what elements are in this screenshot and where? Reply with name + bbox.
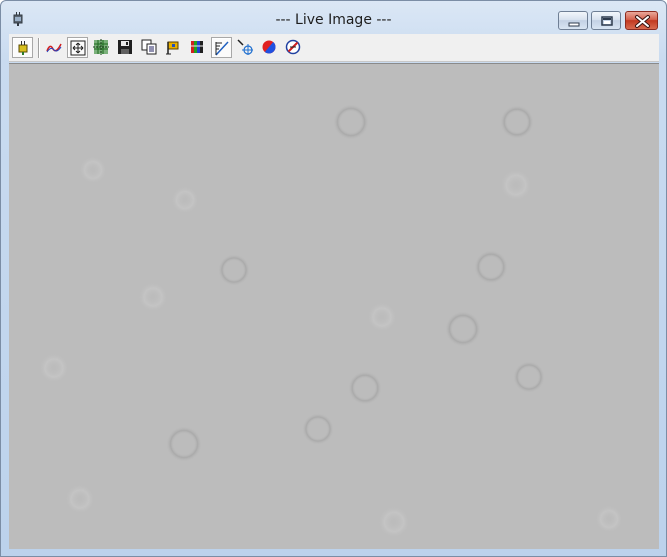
microscope-image (9, 64, 659, 549)
fit-to-window-button[interactable] (67, 37, 88, 58)
close-icon (635, 15, 650, 28)
histogram-button[interactable] (44, 37, 65, 58)
target-pointer-button[interactable] (235, 37, 256, 58)
toolbar-separator (38, 38, 40, 58)
title-bar[interactable]: --- Live Image --- (1, 1, 666, 33)
histogram-curve-icon (46, 43, 62, 53)
color-flag-icon (166, 41, 179, 55)
minimize-icon (568, 22, 580, 27)
color-circle-icon (262, 40, 276, 54)
save-disk-icon (118, 40, 132, 54)
save-button[interactable] (115, 37, 136, 58)
measure-line-button[interactable] (211, 37, 232, 58)
copy-button[interactable] (139, 37, 160, 58)
live-image-window: --- Live Image --- (0, 0, 667, 557)
maximize-icon (601, 16, 613, 26)
crosshair-grid-icon (93, 39, 109, 55)
copy-icon (141, 39, 157, 55)
no-entry-icon (285, 39, 301, 55)
toolbar (9, 34, 659, 62)
fit-to-window-icon (70, 40, 86, 56)
live-image-view[interactable] (9, 63, 659, 549)
color-bars-icon (191, 41, 203, 53)
color-flag-button[interactable] (163, 37, 184, 58)
maximize-button[interactable] (591, 11, 621, 30)
minimize-button[interactable] (558, 11, 588, 30)
live-camera-button[interactable] (12, 37, 33, 58)
measure-line-icon (215, 41, 229, 56)
no-entry-button[interactable] (283, 37, 304, 58)
target-pointer-icon (237, 39, 253, 55)
crosshair-grid-button[interactable] (91, 37, 112, 58)
color-circle-button[interactable] (259, 37, 280, 58)
color-bars-button[interactable] (187, 37, 208, 58)
live-camera-icon (18, 41, 28, 55)
close-button[interactable] (625, 11, 658, 30)
